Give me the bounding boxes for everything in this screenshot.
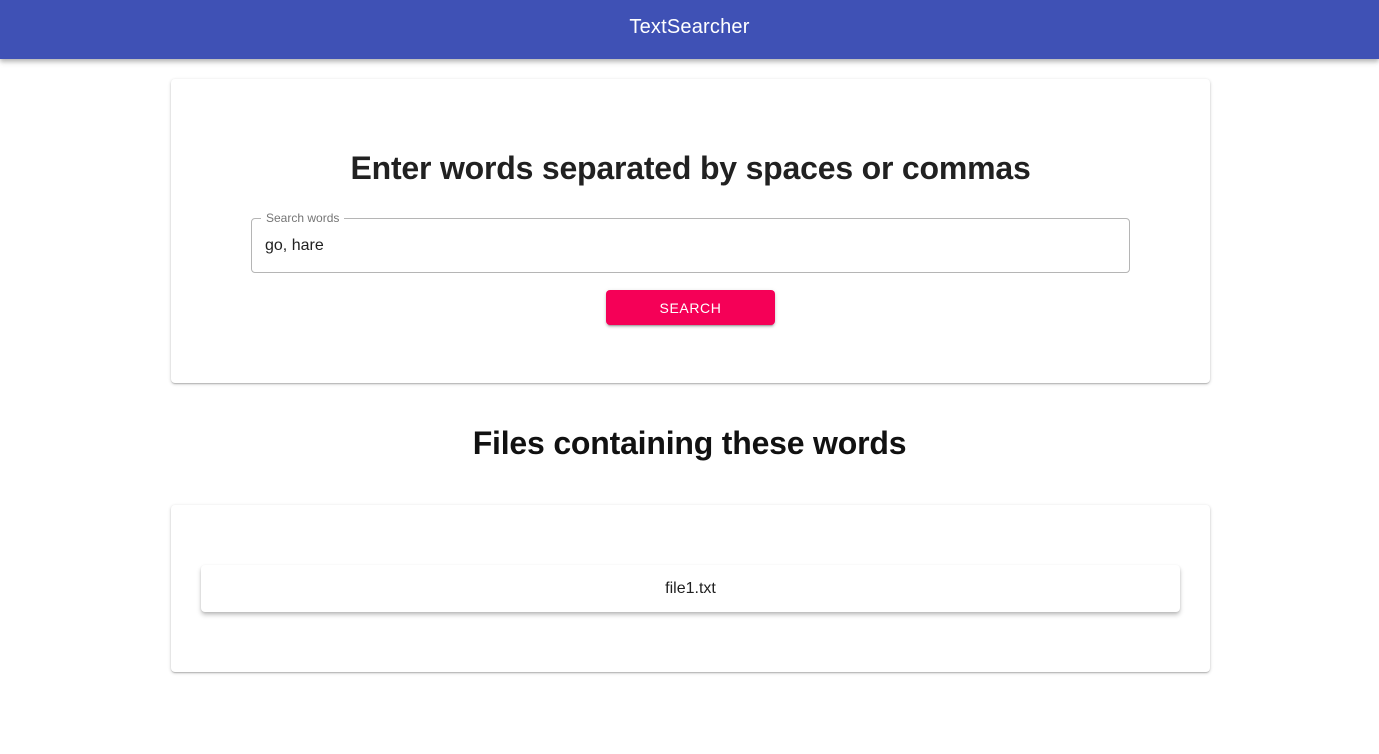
app-title: TextSearcher xyxy=(629,15,750,38)
search-words-input[interactable] xyxy=(265,219,1115,272)
app-bar: TextSearcher xyxy=(0,0,1379,59)
results-heading: Files containing these words xyxy=(472,425,907,461)
search-button[interactable]: SEARCH xyxy=(606,290,775,325)
search-heading: Enter words separated by spaces or comma… xyxy=(350,150,1031,186)
results-card: file1.txt xyxy=(171,505,1210,672)
search-words-field[interactable]: Search words xyxy=(251,211,1130,273)
search-card: Enter words separated by spaces or comma… xyxy=(171,79,1210,383)
file-list-item[interactable]: file1.txt xyxy=(201,565,1180,612)
